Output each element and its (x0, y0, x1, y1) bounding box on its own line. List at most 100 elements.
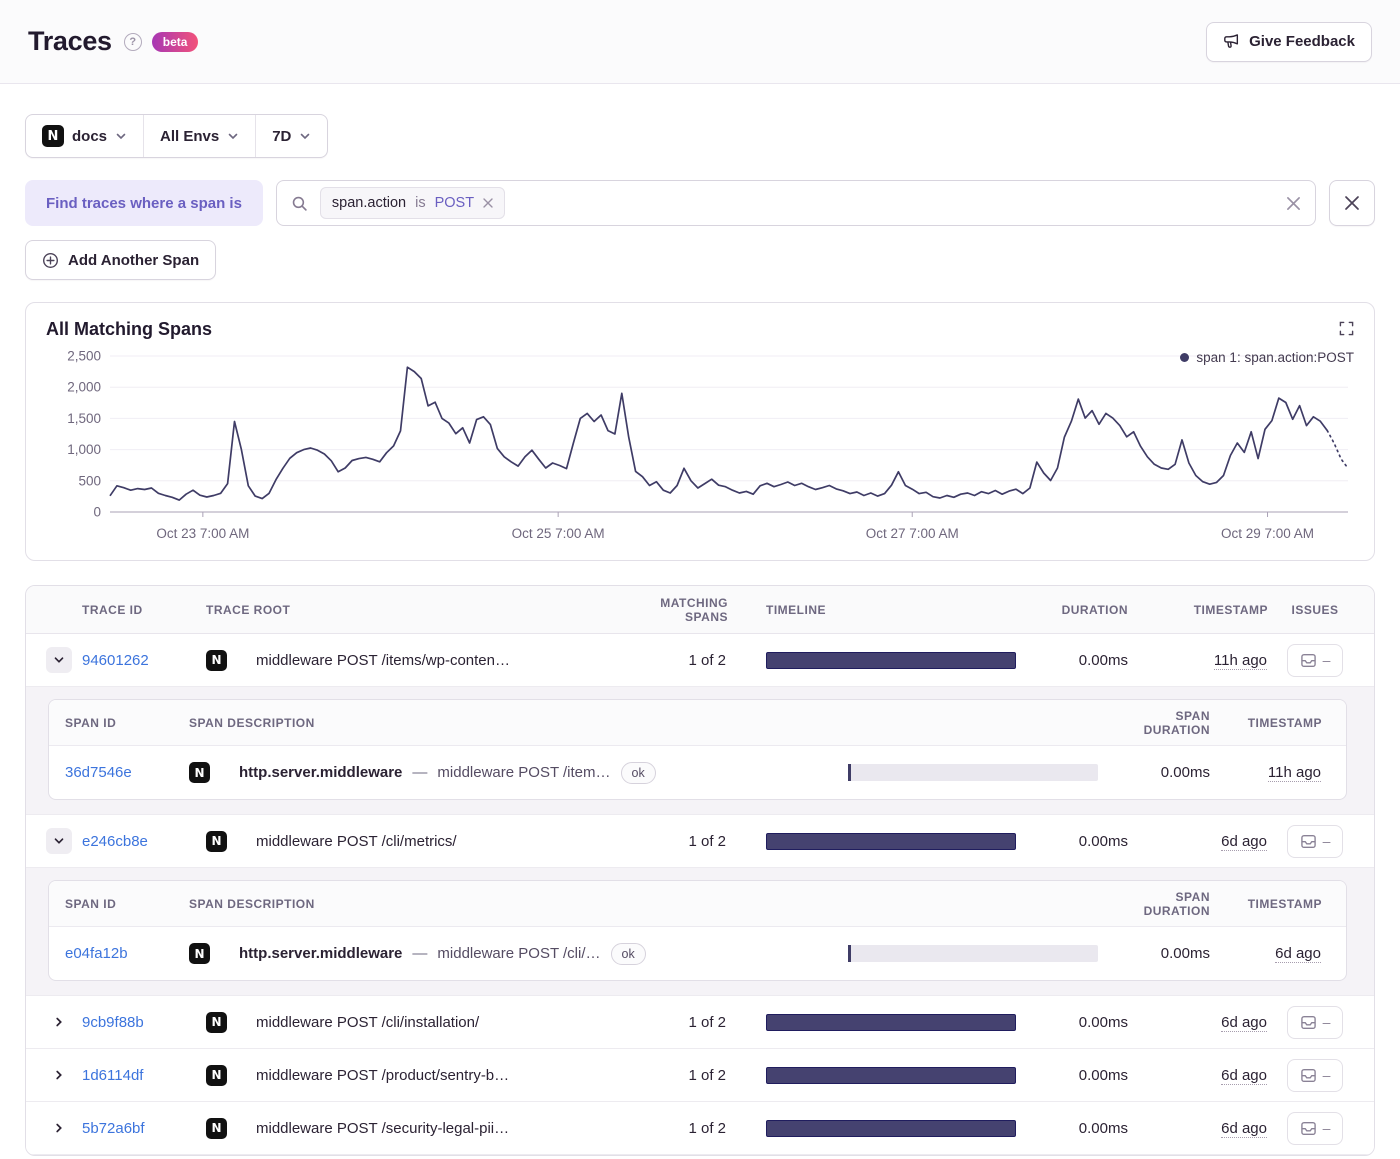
collapse-row-button[interactable] (46, 828, 72, 854)
trace-id-link[interactable]: 1d6114df (82, 1067, 206, 1084)
nextjs-project-icon: N (206, 649, 227, 671)
beta-badge: beta (151, 31, 199, 52)
environment-selector[interactable]: All Envs (143, 115, 255, 157)
matching-spans-chart-card: All Matching Spans span 1: span.action:P… (25, 302, 1375, 561)
expand-row-button[interactable] (46, 1069, 72, 1081)
trace-duration: 0.00ms (1078, 651, 1128, 669)
issues-count: – (1322, 1120, 1331, 1136)
help-icon[interactable]: ? (123, 32, 142, 51)
issues-button[interactable]: – (1287, 1058, 1343, 1092)
span-row[interactable]: e04fa12b N http.server.middleware — midd… (49, 927, 1346, 980)
col-span-timestamp: TIMESTAMP (1247, 715, 1322, 730)
span-timeline-bar[interactable] (848, 945, 1098, 962)
trace-duration: 0.00ms (1078, 832, 1128, 850)
legend-dot-icon (1180, 353, 1190, 362)
collapse-row-button[interactable] (46, 647, 72, 673)
span-row[interactable]: 36d7546e N http.server.middleware — midd… (49, 746, 1346, 799)
span-timestamp[interactable]: 6d ago (1275, 945, 1321, 963)
svg-text:2,500: 2,500 (67, 349, 101, 364)
expand-row-button[interactable] (46, 1016, 72, 1028)
search-input[interactable] (517, 194, 1274, 212)
nextjs-project-icon: N (206, 830, 227, 852)
trace-timestamp[interactable]: 6d ago (1221, 1066, 1267, 1085)
traces-table: TRACE ID TRACE ROOT MATCHING SPANS TIMEL… (25, 585, 1375, 1156)
col-span-description: SPAN DESCRIPTION (189, 715, 315, 730)
megaphone-icon (1223, 33, 1240, 50)
remove-token-icon[interactable] (483, 198, 493, 208)
nextjs-project-icon: N (206, 1064, 227, 1086)
issues-button[interactable]: – (1287, 643, 1343, 677)
trace-root: middleware POST /cli/installation/ (256, 1013, 480, 1031)
expand-row-button[interactable] (46, 1122, 72, 1134)
project-selector[interactable]: N docs (26, 115, 143, 157)
span-timestamp[interactable]: 11h ago (1267, 764, 1321, 782)
col-issues: ISSUES (1291, 602, 1339, 617)
trace-timestamp[interactable]: 6d ago (1221, 1013, 1267, 1032)
col-duration: DURATION (1061, 602, 1128, 617)
col-timestamp: TIMESTAMP (1193, 602, 1268, 617)
col-span-duration: SPAN DURATION (1143, 889, 1210, 918)
table-row[interactable]: 9cb9f88b N middleware POST /cli/installa… (26, 996, 1374, 1049)
trace-id-link[interactable]: 9cb9f88b (82, 1014, 206, 1031)
issues-count: – (1322, 833, 1331, 849)
chevron-down-icon (299, 130, 311, 142)
search-icon (291, 195, 308, 212)
fullscreen-icon[interactable] (1339, 321, 1354, 336)
trace-timestamp[interactable]: 6d ago (1221, 1119, 1267, 1138)
expanded-spans-section: SPAN ID SPAN DESCRIPTION SPAN DURATION T… (26, 687, 1374, 815)
issues-count: – (1322, 652, 1331, 668)
remove-span-filter-button[interactable] (1329, 180, 1375, 226)
span-description: middleware POST /cli/… (437, 945, 601, 962)
spans-chart[interactable]: 0 500 1,000 1,500 2,000 2,500 Oct 23 7:00 AM Oc… (46, 344, 1354, 550)
issues-button[interactable]: – (1287, 824, 1343, 858)
give-feedback-button[interactable]: Give Feedback (1206, 21, 1372, 62)
table-header-row: TRACE ID TRACE ROOT MATCHING SPANS TIMEL… (26, 586, 1374, 634)
trace-duration: 0.00ms (1078, 1066, 1128, 1084)
trace-timestamp[interactable]: 6d ago (1221, 832, 1267, 851)
span-duration: 0.00ms (1160, 764, 1210, 781)
table-row[interactable]: 1d6114df N middleware POST /product/sent… (26, 1049, 1374, 1102)
trace-id-link[interactable]: 94601262 (82, 652, 206, 669)
timeline-bar[interactable] (766, 1013, 1016, 1031)
add-another-span-button[interactable]: Add Another Span (25, 240, 217, 280)
svg-text:2,000: 2,000 (67, 380, 101, 395)
col-span-id: SPAN ID (65, 715, 117, 730)
timeline-bar[interactable] (766, 832, 1016, 850)
col-trace-root: TRACE ROOT (206, 602, 291, 617)
table-row[interactable]: 5b72a6bf N middleware POST /security-leg… (26, 1102, 1374, 1155)
trace-id-link[interactable]: e246cb8e (82, 833, 206, 850)
span-id-link[interactable]: 36d7546e (65, 764, 189, 781)
span-id-link[interactable]: e04fa12b (65, 945, 189, 962)
span-search-box[interactable]: span.action is POST (275, 180, 1316, 226)
date-range-selector[interactable]: 7D (255, 115, 327, 157)
trace-id-link[interactable]: 5b72a6bf (82, 1120, 206, 1137)
find-traces-label: Find traces where a span is (25, 180, 263, 226)
col-timeline: TIMELINE (766, 602, 826, 617)
clear-search-icon[interactable] (1286, 196, 1301, 211)
trace-timestamp[interactable]: 11h ago (1213, 651, 1267, 670)
nextjs-project-icon: N (206, 1011, 227, 1033)
timeline-bar[interactable] (766, 651, 1016, 669)
nextjs-project-icon: N (189, 762, 210, 783)
svg-text:Oct 25 7:00 AM: Oct 25 7:00 AM (512, 526, 605, 541)
issues-button[interactable]: – (1287, 1005, 1343, 1039)
table-row[interactable]: e246cb8e N middleware POST /cli/metrics/… (26, 815, 1374, 868)
issues-button[interactable]: – (1287, 1111, 1343, 1145)
chart-legend[interactable]: span 1: span.action:POST (1180, 350, 1354, 365)
span-status-badge: ok (610, 942, 646, 965)
span-timeline-bar[interactable] (848, 764, 1098, 781)
col-matching-spans: MATCHING SPANS (660, 595, 728, 624)
span-duration: 0.00ms (1160, 945, 1210, 962)
page-filter-bar: N docs All Envs 7D (25, 114, 329, 158)
col-span-duration: SPAN DURATION (1143, 708, 1210, 737)
timeline-bar[interactable] (766, 1119, 1016, 1137)
trace-root: middleware POST /security-legal-pii… (256, 1119, 510, 1137)
span-operation: http.server.middleware (239, 764, 403, 781)
svg-text:1,500: 1,500 (67, 411, 101, 426)
svg-text:0: 0 (93, 505, 101, 520)
timeline-bar[interactable] (766, 1066, 1016, 1084)
svg-text:Oct 29 7:00 AM: Oct 29 7:00 AM (1221, 526, 1314, 541)
query-token-chip[interactable]: span.action is POST (319, 187, 506, 219)
span-description: middleware POST /item… (437, 764, 611, 781)
table-row[interactable]: 94601262 N middleware POST /items/wp-con… (26, 634, 1374, 687)
